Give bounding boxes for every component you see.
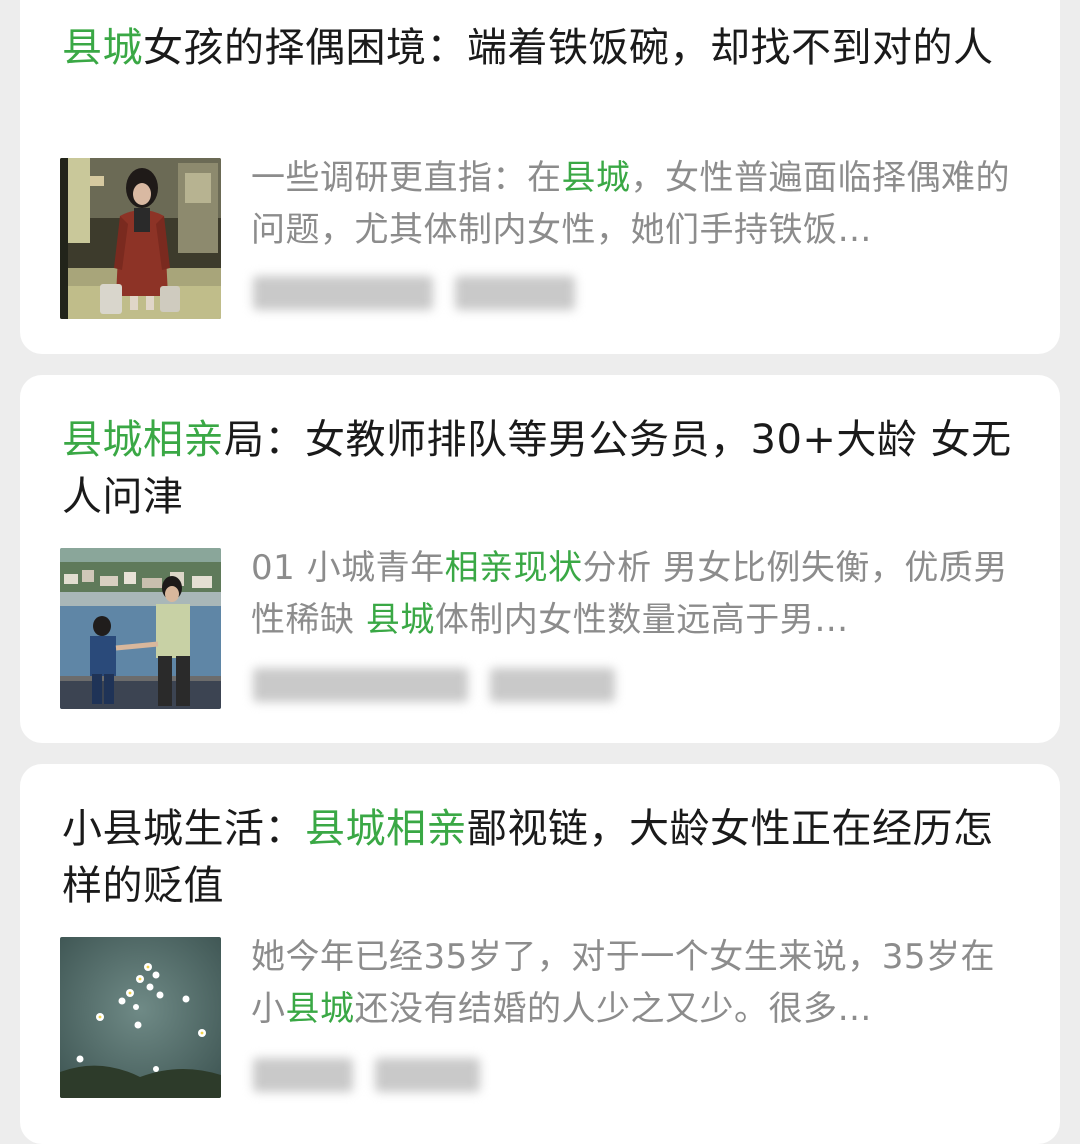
article-card[interactable]: 县城女孩的择偶困境：端着铁饭碗，却找不到对的人 一些调研更直指：在县城，女性普遍…	[20, 0, 1060, 354]
snippet-highlight: 县城	[365, 600, 435, 640]
article-meta-blurred	[253, 1058, 480, 1092]
snippet-text: 一些调研更直指：在	[251, 158, 562, 198]
article-thumbnail[interactable]	[60, 548, 221, 709]
source-name-blurred	[253, 276, 433, 310]
couple-holding-hands-by-harbor-image	[60, 548, 221, 709]
snippet-highlight: 县城	[561, 158, 631, 198]
article-snippet: 一些调研更直指：在县城，女性普遍面临择偶难的问题，尤其体制内女性，她们手持铁饭…	[251, 152, 1021, 256]
timestamp-blurred	[455, 276, 575, 310]
snippet-text: 还没有结婚的人少之又少。很多…	[354, 989, 872, 1029]
timestamp-blurred	[375, 1058, 480, 1092]
title-highlight: 县城	[62, 25, 143, 71]
title-text: 女孩的择偶困境：端着铁饭碗，却找不到对的人	[143, 25, 994, 71]
article-thumbnail[interactable]	[60, 937, 221, 1098]
article-title[interactable]: 县城女孩的择偶困境：端着铁饭碗，却找不到对的人	[62, 20, 1022, 77]
article-snippet: 01 小城青年相亲现状分析 男女比例失衡，优质男性稀缺 县城体制内女性数量远高于…	[251, 542, 1021, 646]
article-card[interactable]: 县城相亲局：女教师排队等男公务员，30+大龄 女无人问津 01 小城青年相亲现状…	[20, 375, 1060, 743]
source-name-blurred	[253, 668, 468, 702]
article-thumbnail[interactable]	[60, 158, 221, 319]
article-meta-blurred	[253, 668, 615, 702]
article-title[interactable]: 县城相亲局：女教师排队等男公务员，30+大龄 女无人问津	[62, 412, 1022, 526]
timestamp-blurred	[490, 668, 615, 702]
article-meta-blurred	[253, 276, 575, 310]
source-name-blurred	[253, 1058, 353, 1092]
snippet-text: 01 小城青年	[251, 548, 445, 588]
search-results-feed: 县城女孩的择偶困境：端着铁饭碗，却找不到对的人 一些调研更直指：在县城，女性普遍…	[0, 0, 1080, 1144]
article-title[interactable]: 小县城生活：县城相亲鄙视链，大龄女性正在经历怎样的贬值	[62, 801, 1022, 915]
article-snippet: 她今年已经35岁了，对于一个女生来说，35岁在小县城还没有结婚的人少之又少。很多…	[251, 931, 1021, 1035]
title-highlight: 县城相亲	[305, 806, 467, 852]
woman-in-red-coat-at-station-image	[60, 158, 221, 319]
snippet-highlight: 相亲现状	[444, 548, 583, 588]
title-text: 小县城生活：	[62, 806, 305, 852]
white-flowers-on-water-image	[60, 937, 221, 1098]
snippet-text: 体制内女性数量远高于男…	[434, 600, 849, 640]
title-highlight: 县城相亲	[62, 417, 224, 463]
snippet-highlight: 县城	[285, 989, 355, 1029]
article-card[interactable]: 小县城生活：县城相亲鄙视链，大龄女性正在经历怎样的贬值 她今年已经35岁了，对于…	[20, 764, 1060, 1144]
